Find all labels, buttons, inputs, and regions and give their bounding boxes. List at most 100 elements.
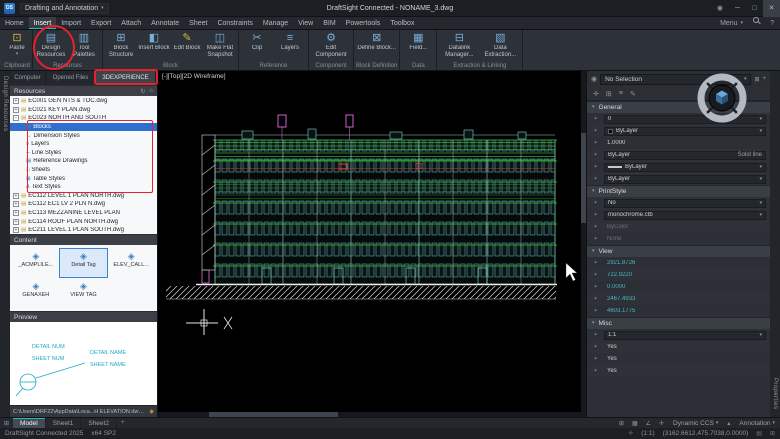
expand-icon[interactable]: + [13, 107, 19, 113]
content-item[interactable]: ◈VIEW TAG [60, 279, 108, 307]
menu-item-export[interactable]: Export [86, 17, 116, 29]
help-icon[interactable]: ? [764, 17, 780, 29]
refresh-icon[interactable]: ↻ [140, 88, 145, 95]
edit-icon[interactable]: ✎ [630, 90, 636, 98]
search-icon[interactable] [753, 17, 759, 23]
close-button[interactable]: ✕ [763, 0, 780, 17]
layers-button[interactable]: ≡ Layers [274, 31, 306, 52]
content-item[interactable]: ◈GENAXEH [12, 279, 60, 307]
design-resources-button[interactable]: ▤ Design Resources [35, 31, 67, 58]
paste-button[interactable]: ⊡ Paste ▾ [4, 31, 30, 57]
tree-item[interactable]: +▤EC021 KEY PLAN.dwg [10, 106, 157, 115]
color-value[interactable]: ByLayer▾ [604, 127, 766, 136]
tree-item[interactable]: +▤EC112 LEVEL 1 PLAN NORTH.dwg [10, 192, 157, 201]
expand-icon[interactable]: + [13, 227, 19, 233]
minimize-button[interactable]: ─ [729, 0, 746, 17]
tree-item[interactable]: −▤EC023 NORTH AND SOUTH [10, 114, 157, 123]
menu-item-powertools[interactable]: Powertools [341, 17, 386, 29]
menu-item-sheet[interactable]: Sheet [184, 17, 212, 29]
list-icon[interactable]: ≡ [619, 90, 623, 97]
tree-item[interactable]: +▤EC114 ROOF PLAN NORTH.dwg [10, 217, 157, 226]
clip-button[interactable]: ✂ Clip [241, 31, 273, 52]
section-printstyle[interactable]: ▾ PrintStyle [587, 185, 770, 197]
printstyle-table-value[interactable]: monochrome.ctb▾ [604, 211, 766, 220]
tab-3dexperience[interactable]: 3DEXPERIENCE [96, 71, 156, 85]
datalink-manager-button[interactable]: ⊟ Datalink Manager... [439, 31, 479, 58]
content-item[interactable]: ◈_ACMPLILE... [12, 249, 60, 277]
menu-item-toolbox[interactable]: Toolbox [385, 17, 419, 29]
view-navigator-compass[interactable] [697, 73, 747, 123]
tree-item-text-styles[interactable]: AText Styles [10, 183, 157, 192]
expand-icon[interactable]: + [13, 219, 19, 225]
menu-item-annotate[interactable]: Annotate [146, 17, 184, 29]
crosshair-icon[interactable]: ✛ [655, 418, 668, 428]
menu-item-view[interactable]: View [293, 17, 318, 29]
field-button[interactable]: ▦ Field... [402, 31, 434, 52]
tree-item-blocks[interactable]: ▦Blocks [10, 123, 157, 132]
lineweight-value[interactable]: ByLayer▾ [604, 163, 766, 172]
workspace-selector[interactable]: Drafting and Annotation ▾ [20, 3, 109, 14]
tree-item-dimension-styles[interactable]: ↔Dimension Styles [10, 131, 157, 140]
tab-opened-files[interactable]: Opened Files [46, 71, 96, 85]
tree-item[interactable]: +▤EC113 MEZZANINE LEVEL PLAN [10, 209, 157, 218]
misc-value[interactable]: Yes [604, 367, 766, 376]
layout-icon[interactable]: ▤ [756, 430, 762, 437]
grid-icon[interactable]: ⊞ [754, 76, 759, 83]
edit-component-button[interactable]: ⚙ Edit Component [311, 31, 351, 58]
annotation-scale-value[interactable]: 1:1▾ [604, 331, 766, 340]
make-flat-snapshot-button[interactable]: ◫ Make Flat Snapshot [204, 31, 236, 58]
tree-item-layers[interactable]: ≡Layers [10, 140, 157, 149]
menu-item-bim[interactable]: BIM [318, 17, 340, 29]
tree-item-reference-drawings[interactable]: ▤Reference Drawings [10, 157, 157, 166]
snap-icon[interactable]: ⊞ [615, 418, 628, 428]
transparency-value[interactable]: ByLayer▾ [604, 175, 766, 184]
home-icon[interactable]: ⌂ [149, 88, 153, 94]
linescale-value[interactable]: 1.0000 [604, 139, 766, 148]
expand-icon[interactable]: + [13, 193, 19, 199]
annotation-scale-toggle[interactable]: Annotation ▾ [734, 418, 780, 428]
tree-item[interactable]: +▤EC112 EC1 LV 2 PLN N.dwg [10, 200, 157, 209]
add-icon[interactable]: + [762, 76, 766, 82]
annotation-visibility-icon[interactable]: ▴ [723, 418, 734, 428]
grid-display-icon[interactable]: ▦ [628, 418, 642, 428]
block-structure-button[interactable]: ⊞ Block Structure [105, 31, 137, 58]
printstyle-bool-value[interactable]: No▾ [604, 199, 766, 208]
content-item[interactable]: ◈ELEV_CALL... [107, 249, 155, 277]
data-extraction-button[interactable]: ▧ Data Extraction... [480, 31, 520, 58]
edit-block-button[interactable]: ✎ Edit Block [171, 31, 203, 52]
tree-item[interactable]: +▤EC001 GEN NTS & TOC.dwg [10, 97, 157, 106]
design-resources-dock-tab[interactable]: Design Resources [2, 76, 8, 417]
linestyle-value[interactable]: ByLayerSolid line [604, 151, 766, 160]
menu-item-constraints[interactable]: Constraints [212, 17, 257, 29]
scale-indicator[interactable]: (1:1) [641, 430, 654, 437]
expand-icon[interactable]: + [13, 210, 19, 216]
tab-computer[interactable]: Computer [10, 71, 46, 85]
crosshair-icon[interactable]: ✛ [593, 90, 599, 98]
expand-icon[interactable]: + [13, 98, 19, 104]
menu-button[interactable]: Menu ▾ [715, 17, 748, 29]
menu-item-insert[interactable]: Insert [29, 17, 57, 29]
dynamic-ccs-toggle[interactable]: Dynamic CCS ▾ [668, 418, 723, 428]
tree-item-line-styles[interactable]: ─Line Styles [10, 149, 157, 158]
viewport-controls[interactable]: [-][Top][2D Wireframe] [162, 73, 226, 80]
ortho-icon[interactable]: ∠ [642, 418, 655, 428]
section-misc[interactable]: ▾ Misc [587, 317, 770, 329]
menu-item-attach[interactable]: Attach [116, 17, 146, 29]
grid-icon[interactable]: ⊞ [606, 90, 612, 98]
drawing-canvas[interactable]: [-][Top][2D Wireframe] [158, 71, 586, 417]
misc-value[interactable]: Yes [604, 355, 766, 364]
define-block-button[interactable]: ⊠ Define Block... [357, 31, 397, 52]
misc-value[interactable]: Yes [604, 343, 766, 352]
menu-item-manage[interactable]: Manage [258, 17, 293, 29]
content-item-detail-tag[interactable]: ◈Detail Tag [60, 249, 108, 277]
insert-block-button[interactable]: ◧ Insert Block [138, 31, 170, 52]
tree-item-table-styles[interactable]: ⊞Table Styles [10, 174, 157, 183]
menu-item-home[interactable]: Home [0, 17, 29, 29]
tree-item-sheets[interactable]: □Sheets [10, 166, 157, 175]
properties-dock-tab[interactable]: Properties [772, 378, 778, 409]
expand-icon[interactable]: + [13, 201, 19, 207]
tool-palettes-button[interactable]: ▥ Tool Palettes [68, 31, 100, 58]
grid-icon[interactable]: ⊞ [770, 430, 775, 437]
add-sheet-icon[interactable]: + [117, 418, 129, 428]
menu-item-import[interactable]: Import [56, 17, 86, 29]
